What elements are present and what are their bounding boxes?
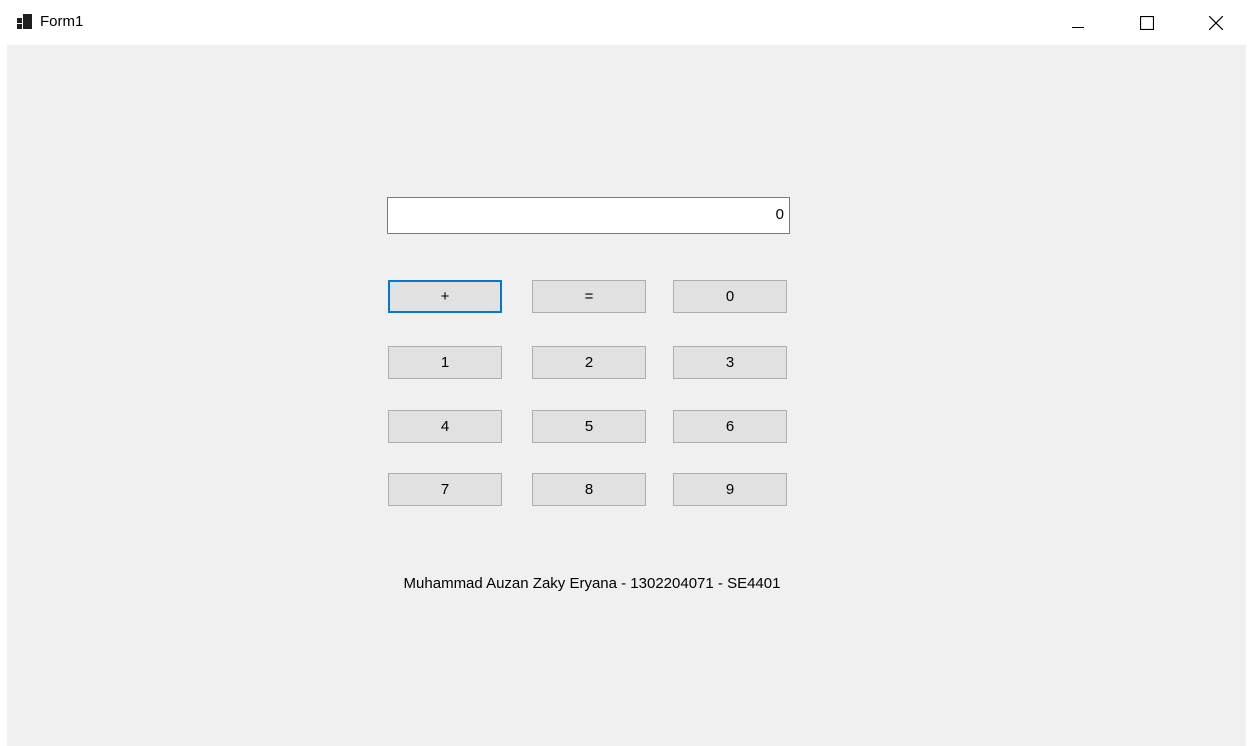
close-icon [1209, 15, 1223, 30]
minimize-button[interactable] [1055, 0, 1101, 45]
digit-5-button[interactable]: 5 [532, 410, 646, 443]
digit-6-button[interactable]: 6 [673, 410, 787, 443]
result-display[interactable]: 0 [387, 197, 790, 234]
digit-2-button[interactable]: 2 [532, 346, 646, 379]
form-app-icon [17, 13, 33, 29]
digit-9-button[interactable]: 9 [673, 473, 787, 506]
maximize-icon [1140, 15, 1154, 30]
window-title: Form1 [40, 13, 84, 30]
form-client-area [7, 45, 1246, 746]
digit-4-button[interactable]: 4 [388, 410, 502, 443]
title-bar[interactable]: Form1 [0, 0, 1253, 45]
digit-3-button[interactable]: 3 [673, 346, 787, 379]
digit-7-button[interactable]: 7 [388, 473, 502, 506]
equals-button[interactable]: = [532, 280, 646, 313]
digit-0-button[interactable]: 0 [673, 280, 787, 313]
minimize-icon [1072, 26, 1084, 28]
plus-button[interactable]: + [388, 280, 502, 313]
digit-1-button[interactable]: 1 [388, 346, 502, 379]
close-button[interactable] [1193, 0, 1239, 45]
author-label: Muhammad Auzan Zaky Eryana - 1302204071 … [403, 575, 781, 592]
maximize-button[interactable] [1124, 0, 1170, 45]
digit-8-button[interactable]: 8 [532, 473, 646, 506]
